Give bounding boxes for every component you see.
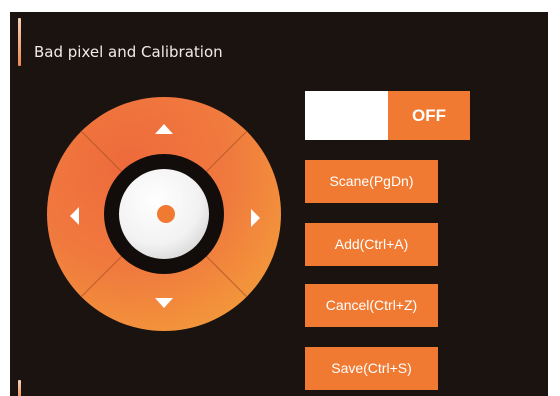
arrow-down-icon <box>155 298 173 308</box>
direction-pad <box>46 96 282 332</box>
dpad-up-button[interactable] <box>144 108 184 148</box>
section-title: Bad pixel and Calibration <box>34 43 223 61</box>
toggle-track <box>305 91 388 140</box>
add-button[interactable]: Add(Ctrl+A) <box>305 223 438 266</box>
center-dot-icon <box>157 205 175 223</box>
dpad-right-button[interactable] <box>236 198 276 238</box>
cancel-button[interactable]: Cancel(Ctrl+Z) <box>305 284 438 327</box>
calibration-panel: Bad pixel and Calibration OFF Scane(PgDn… <box>10 12 548 396</box>
calibration-toggle[interactable]: OFF <box>305 91 470 140</box>
save-button[interactable]: Save(Ctrl+S) <box>305 347 438 390</box>
top-strip <box>0 0 560 12</box>
dpad-left-button[interactable] <box>54 196 94 236</box>
arrow-right-icon <box>251 209 260 227</box>
arrow-up-icon <box>155 124 173 134</box>
section-accent-bar <box>18 18 21 66</box>
arrow-left-icon <box>70 207 79 225</box>
dpad-down-button[interactable] <box>144 284 184 324</box>
toggle-state-label: OFF <box>388 91 470 140</box>
next-section-accent-bar <box>18 380 21 396</box>
scan-button[interactable]: Scane(PgDn) <box>305 160 438 203</box>
